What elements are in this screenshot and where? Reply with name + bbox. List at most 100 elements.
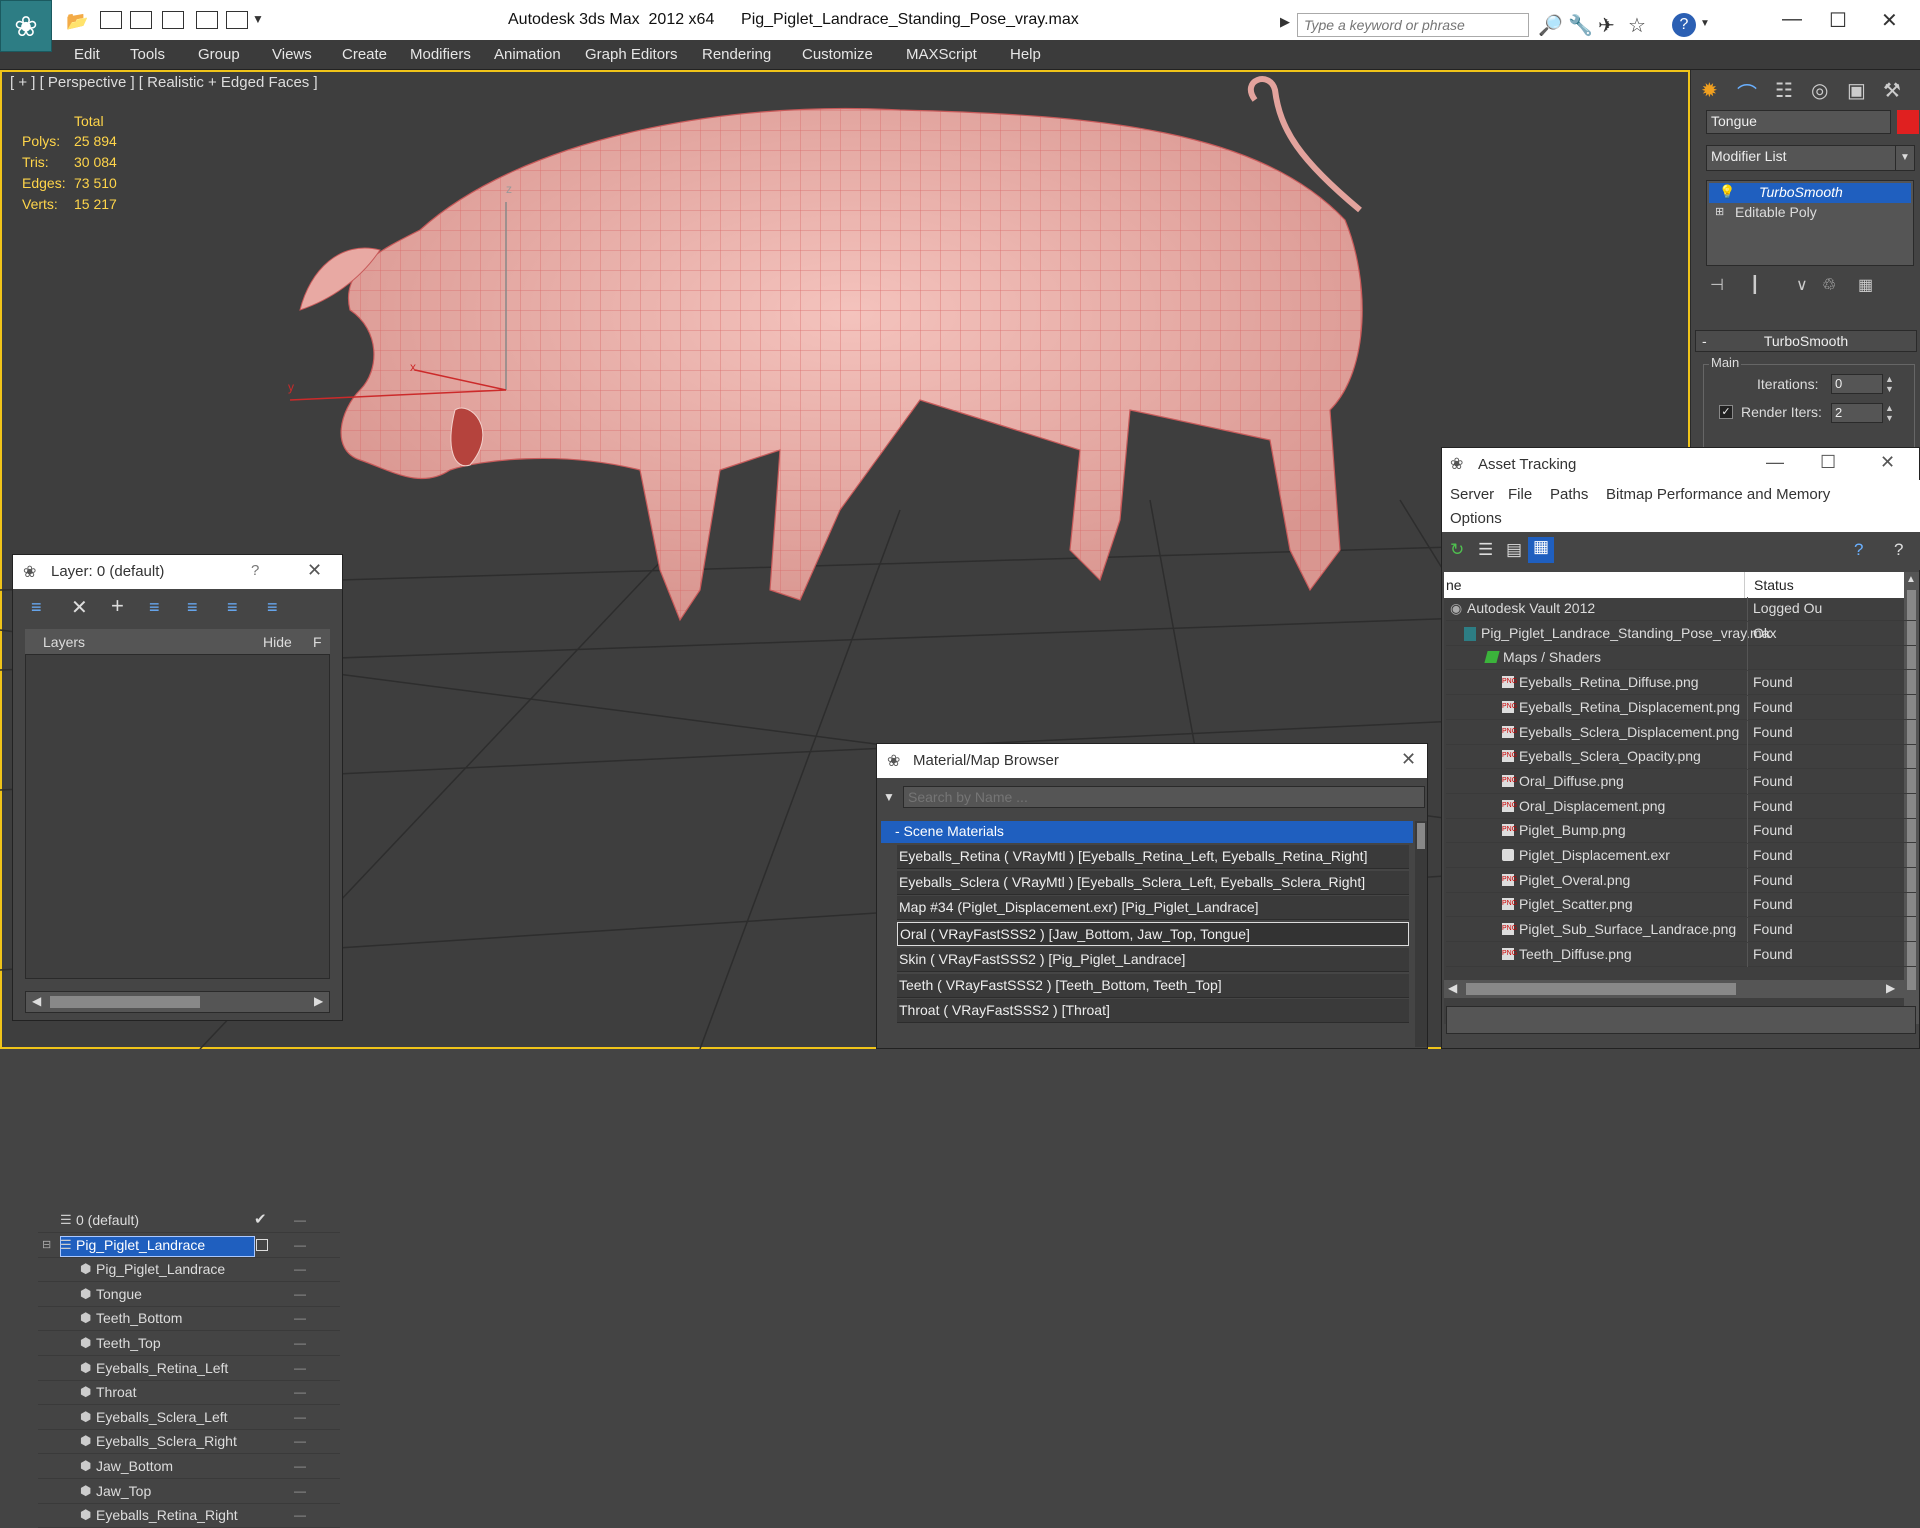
lightbulb-icon[interactable]: 💡 xyxy=(1719,184,1735,200)
infocenter-search-input[interactable] xyxy=(1297,13,1529,37)
material-item[interactable]: Eyeballs_Retina ( VRayMtl ) [Eyeballs_Re… xyxy=(897,845,1409,869)
material-item[interactable]: Teeth ( VRayFastSSS2 ) [Teeth_Bottom, Te… xyxy=(897,973,1409,998)
menu-help[interactable]: Help xyxy=(1010,46,1041,63)
satellite-icon[interactable]: ✈ xyxy=(1598,13,1615,38)
delete-layer-icon[interactable]: ✕ xyxy=(71,595,88,620)
close-icon[interactable]: ✕ xyxy=(1401,749,1416,770)
asset-row[interactable]: PNG Piglet_Overal.png Found xyxy=(1446,868,1916,893)
scroll-left-icon[interactable]: ◀ xyxy=(32,994,41,1008)
menu-create[interactable]: Create xyxy=(342,46,387,63)
layer-row[interactable]: ⬢ Eyeballs_Retina_Left — xyxy=(38,1357,340,1381)
layer-horizontal-scrollbar[interactable]: ◀ ▶ xyxy=(25,991,330,1013)
refresh-icon[interactable]: ↻ xyxy=(1450,540,1464,560)
render-iters-checkbox[interactable]: ✓ xyxy=(1719,405,1733,419)
menu-customize[interactable]: Customize xyxy=(802,46,873,63)
freeze-all-icon[interactable]: ≡ xyxy=(267,597,278,618)
asset-path-field[interactable] xyxy=(1446,1006,1916,1034)
remove-modifier-icon[interactable]: ♲ xyxy=(1822,275,1836,295)
column-hide[interactable]: Hide xyxy=(263,634,292,650)
menu-tools[interactable]: Tools xyxy=(130,46,165,63)
menu-group[interactable]: Group xyxy=(198,46,240,63)
layer-row[interactable]: ⊟ ☰ Pig_Piglet_Landrace — xyxy=(38,1234,340,1258)
material-item[interactable]: Eyeballs_Sclera ( VRayMtl ) [Eyeballs_Sc… xyxy=(897,870,1409,895)
material-scrollbar[interactable] xyxy=(1415,821,1427,1047)
project-folder-icon[interactable] xyxy=(226,11,248,29)
chevron-down-icon[interactable]: ▼ xyxy=(252,12,264,26)
motion-tab-icon[interactable]: ◎ xyxy=(1811,78,1828,103)
menu-bitmap-performance[interactable]: Bitmap Performance and Memory xyxy=(1606,486,1830,503)
asset-row[interactable]: PNG Teeth_Diffuse.png Found xyxy=(1446,942,1916,967)
layer-row[interactable]: ⬢ Eyeballs_Sclera_Right — xyxy=(38,1430,340,1455)
utilities-tab-icon[interactable]: ⚒ xyxy=(1883,78,1901,103)
hide-toggle[interactable]: — xyxy=(294,1385,306,1399)
pin-stack-icon[interactable]: ⊣ xyxy=(1710,275,1724,295)
menu-server[interactable]: Server xyxy=(1450,486,1494,503)
hide-toggle[interactable]: — xyxy=(294,1287,306,1301)
add-to-layer-icon[interactable]: + xyxy=(111,593,124,619)
minimize-icon[interactable]: — xyxy=(1766,452,1784,473)
asset-row[interactable]: PNG Piglet_Scatter.png Found xyxy=(1446,893,1916,918)
stack-item-turbosmooth[interactable]: TurboSmooth xyxy=(1709,183,1911,203)
asset-horizontal-scrollbar[interactable]: ◀ ▶ xyxy=(1444,980,1904,998)
material-item[interactable]: Throat ( VRayFastSSS2 ) [Throat] xyxy=(897,999,1409,1024)
minimize-icon[interactable]: — xyxy=(1782,8,1802,31)
save-icon[interactable] xyxy=(100,11,122,29)
close-icon[interactable]: ✕ xyxy=(307,560,322,581)
asset-row[interactable]: PNG Eyeballs_Retina_Displacement.png Found xyxy=(1446,695,1916,720)
iterations-spinner[interactable]: 0 xyxy=(1831,374,1883,394)
hide-toggle[interactable]: — xyxy=(294,1508,306,1522)
close-icon[interactable]: ✕ xyxy=(1880,452,1895,473)
current-layer-toggle[interactable] xyxy=(256,1238,268,1251)
hold-icon[interactable] xyxy=(162,11,184,29)
layer-row[interactable]: ⬢ Teeth_Top — xyxy=(38,1332,340,1356)
modifier-list-dropdown[interactable]: Modifier List xyxy=(1706,145,1896,171)
help-button[interactable]: ? xyxy=(251,562,259,579)
hide-toggle[interactable]: — xyxy=(294,1213,306,1227)
hide-toggle[interactable]: — xyxy=(294,1311,306,1325)
asset-row[interactable]: Maps / Shaders xyxy=(1446,646,1916,671)
viewport-label[interactable]: [ + ] [ Perspective ] [ Realistic + Edge… xyxy=(10,74,318,91)
menu-graph-editors[interactable]: Graph Editors xyxy=(585,46,678,63)
table-view-icon[interactable]: ▦ xyxy=(1528,537,1554,563)
scroll-left-icon[interactable]: ◀ xyxy=(1448,981,1457,995)
hide-toggle[interactable]: — xyxy=(294,1361,306,1375)
maximize-icon[interactable]: ☐ xyxy=(1829,8,1847,33)
show-end-result-icon[interactable]: ┃ xyxy=(1750,275,1760,295)
scene-materials-group[interactable]: - Scene Materials xyxy=(881,821,1413,843)
object-color-swatch[interactable] xyxy=(1897,110,1919,134)
column-layers[interactable]: Layers xyxy=(43,634,85,650)
layer-row[interactable]: ⬢ Jaw_Bottom — xyxy=(38,1455,340,1479)
chevron-down-icon[interactable]: ▼ xyxy=(1895,145,1915,171)
stack-item-editable-poly[interactable]: Editable Poly xyxy=(1735,204,1817,220)
hide-toggle[interactable]: — xyxy=(294,1484,306,1498)
column-freeze[interactable]: F xyxy=(313,634,322,650)
column-name[interactable]: ne xyxy=(1446,577,1462,593)
material-item[interactable]: Map #34 (Piglet_Displacement.exr) [Pig_P… xyxy=(897,896,1409,921)
collapse-icon[interactable]: - xyxy=(1702,333,1707,349)
asset-row[interactable]: PNG Eyeballs_Sclera_Opacity.png Found xyxy=(1446,745,1916,770)
material-browser-titlebar[interactable]: ❀ Material/Map Browser ✕ xyxy=(877,744,1427,778)
menu-file[interactable]: File xyxy=(1508,486,1532,503)
scroll-thumb[interactable] xyxy=(1466,983,1736,995)
list-view-icon[interactable]: ☰ xyxy=(1478,540,1493,560)
collapse-icon[interactable]: ⊟ xyxy=(42,1238,51,1251)
asset-row[interactable]: PNG Oral_Displacement.png Found xyxy=(1446,794,1916,819)
layer-row[interactable]: ⬢ Eyeballs_Sclera_Left — xyxy=(38,1406,340,1430)
help-dropdown-icon[interactable]: ▼ xyxy=(1700,18,1710,29)
rollout-turbosmooth[interactable]: - TurboSmooth xyxy=(1695,330,1917,352)
menu-options[interactable]: Options xyxy=(1450,510,1502,527)
hide-all-icon[interactable]: ≡ xyxy=(227,597,238,618)
hide-toggle[interactable]: — xyxy=(294,1459,306,1473)
make-unique-icon[interactable]: ∨ xyxy=(1796,275,1808,295)
material-item[interactable]: Oral ( VRayFastSSS2 ) [Jaw_Bottom, Jaw_T… xyxy=(897,922,1409,947)
asset-row[interactable]: ◉ Autodesk Vault 2012 Logged Ou xyxy=(1446,597,1916,621)
spinner-arrows-icon[interactable]: ▲ ▼ xyxy=(1885,403,1894,423)
asset-row[interactable]: PNG Eyeballs_Sclera_Displacement.png Found xyxy=(1446,720,1916,745)
layer-row[interactable]: ☰ 0 (default) ✔ — xyxy=(38,1209,340,1233)
new-scene-icon[interactable] xyxy=(130,11,152,29)
hide-toggle[interactable]: — xyxy=(294,1238,306,1252)
object-name-field[interactable]: Tongue xyxy=(1706,110,1891,134)
select-objects-icon[interactable]: ≡ xyxy=(149,597,160,618)
material-item[interactable]: Skin ( VRayFastSSS2 ) [Pig_Piglet_Landra… xyxy=(897,947,1409,972)
create-tab-icon[interactable]: ✹ xyxy=(1701,78,1718,103)
